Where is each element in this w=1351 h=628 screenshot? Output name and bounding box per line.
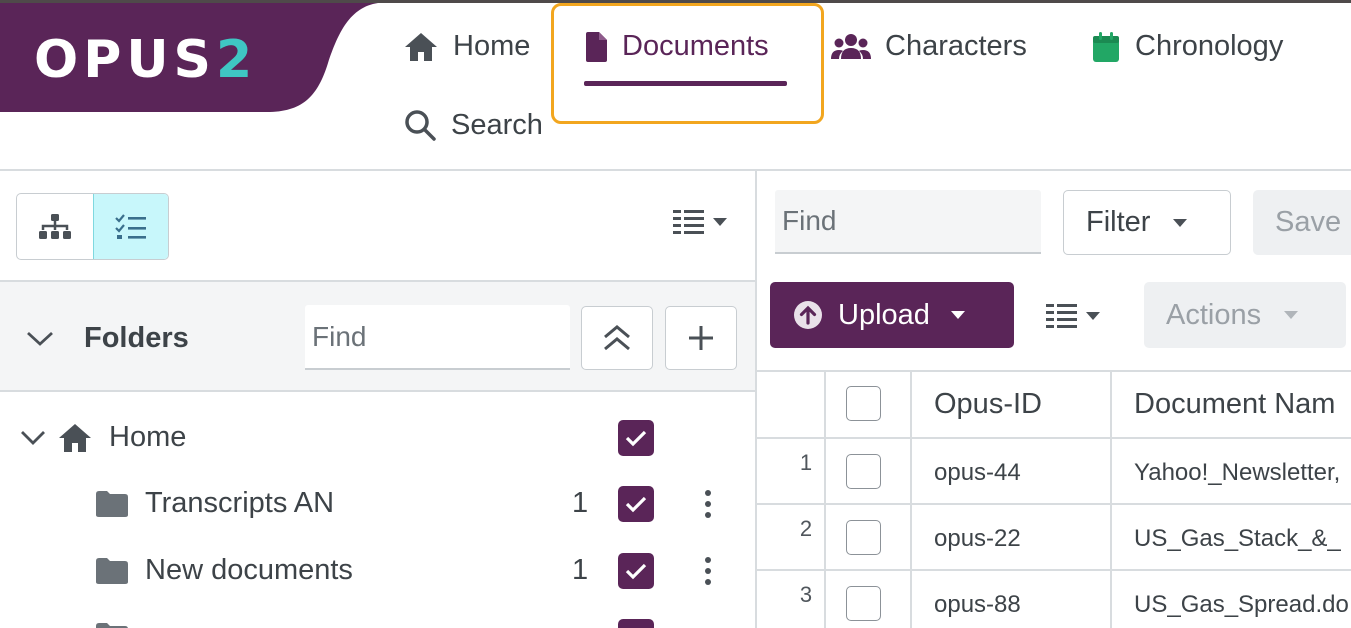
nav-search-label: Search <box>451 108 543 141</box>
upload-circle-icon <box>794 301 822 329</box>
double-chevron-up-icon <box>604 325 630 351</box>
search-icon <box>405 110 436 141</box>
caret-down-icon <box>950 311 965 319</box>
folders-title: Folders <box>84 322 189 354</box>
nav-characters-label: Characters <box>885 30 1027 62</box>
tree-view-button[interactable] <box>17 194 93 259</box>
grid-line <box>757 503 1351 505</box>
nav-home-label: Home <box>453 30 531 62</box>
nav-chronology[interactable]: Chronology <box>1091 30 1283 63</box>
select-all-checkbox[interactable] <box>846 386 881 421</box>
row-checkbox[interactable] <box>846 454 881 489</box>
document-columns-button[interactable] <box>1045 302 1101 330</box>
actions-label: Actions <box>1166 298 1262 331</box>
chevron-down-icon[interactable] <box>20 429 46 447</box>
folder-icon <box>96 623 128 628</box>
checklist-view-button[interactable] <box>92 194 168 259</box>
caret-down-icon <box>1173 218 1188 227</box>
folder-checkbox[interactable] <box>618 420 654 456</box>
users-icon <box>831 33 871 59</box>
upload-label: Upload <box>838 298 930 331</box>
save-label: Save <box>1275 206 1342 238</box>
row-checkbox[interactable] <box>846 520 881 555</box>
plus-icon <box>689 326 713 350</box>
opus-id-cell[interactable]: opus-44 <box>934 459 1021 487</box>
tree-row-home[interactable]: Home <box>0 405 755 471</box>
nav-home[interactable]: Home <box>403 30 530 63</box>
documents-table: Opus-ID Document Nam 1 opus-44 Yahoo!_Ne… <box>757 370 1351 628</box>
filter-button[interactable]: Filter <box>1063 190 1231 255</box>
folders-header[interactable]: Folders <box>26 322 189 355</box>
column-list-icon <box>1046 304 1077 328</box>
logo[interactable]: OPUS2 <box>0 3 400 113</box>
tree-label: Home <box>109 421 187 453</box>
document-name-cell[interactable]: US_Gas_Stack_&_ <box>1134 525 1341 553</box>
grid-line <box>910 370 912 628</box>
folder-checkbox[interactable] <box>618 553 654 589</box>
collapse-all-button[interactable] <box>581 306 653 370</box>
view-toggle <box>16 193 169 260</box>
row-number: 3 <box>799 582 813 607</box>
column-list-icon <box>673 210 704 234</box>
tree-label: New documents <box>145 554 353 586</box>
check-icon <box>625 430 647 447</box>
row-number: 1 <box>799 450 813 475</box>
tree-label: Transcripts AN <box>145 487 335 519</box>
check-icon <box>625 563 647 580</box>
nav-chronology-label: Chronology <box>1135 30 1284 62</box>
grid-line <box>757 437 1351 439</box>
highlight-box <box>551 3 824 124</box>
home-icon <box>59 424 91 452</box>
opus2-documents-page: OPUS2 Home Documents Characters Chronolo… <box>0 0 1351 628</box>
calendar-icon <box>1093 31 1119 62</box>
actions-button[interactable]: Actions <box>1144 282 1346 348</box>
document-name-cell[interactable]: US_Gas_Spread.do <box>1134 591 1349 619</box>
tree-row-new-documents[interactable]: New documents 1 <box>0 538 755 604</box>
row-number: 2 <box>799 516 813 541</box>
grid-line <box>1110 370 1112 628</box>
column-header-document-name[interactable]: Document Nam <box>1134 388 1335 421</box>
nav-characters[interactable]: Characters <box>831 30 1027 63</box>
folder-count: 1 <box>572 554 589 586</box>
folder-checkbox[interactable] <box>618 486 654 522</box>
grid-line <box>757 370 1351 372</box>
folder-count: 1 <box>572 487 589 519</box>
document-find-input[interactable] <box>775 190 1041 254</box>
caret-down-icon <box>1284 311 1299 319</box>
chevron-down-icon <box>27 331 53 346</box>
more-options-icon[interactable] <box>700 553 716 589</box>
nav-search[interactable]: Search <box>403 108 543 142</box>
row-checkbox[interactable] <box>846 586 881 621</box>
opus-id-cell[interactable]: opus-22 <box>934 525 1021 553</box>
filter-label: Filter <box>1086 206 1151 238</box>
upload-button[interactable]: Upload <box>770 282 1014 348</box>
home-icon <box>405 32 437 61</box>
folder-icon <box>96 491 128 517</box>
column-header-opus-id[interactable]: Opus-ID <box>934 388 1042 421</box>
check-icon <box>625 496 647 513</box>
save-button[interactable]: Save <box>1253 190 1351 255</box>
folder-icon <box>96 558 128 584</box>
folder-find-input[interactable] <box>305 305 570 370</box>
checklist-icon <box>114 213 146 239</box>
tree-row-partial[interactable] <box>0 605 755 628</box>
more-options-icon[interactable] <box>700 486 716 522</box>
sitemap-icon <box>38 213 71 239</box>
tree-row-transcripts-an[interactable]: Transcripts AN 1 <box>0 471 755 537</box>
folder-columns-button[interactable] <box>672 208 728 236</box>
caret-down-icon <box>1086 312 1100 320</box>
caret-down-icon <box>713 218 727 226</box>
opus-id-cell[interactable]: opus-88 <box>934 591 1021 619</box>
folder-checkbox[interactable] <box>618 619 654 628</box>
add-folder-button[interactable] <box>665 306 737 370</box>
grid-line <box>757 569 1351 571</box>
document-name-cell[interactable]: Yahoo!_Newsletter, <box>1134 459 1340 487</box>
logo-text: OPUS2 <box>34 30 258 90</box>
